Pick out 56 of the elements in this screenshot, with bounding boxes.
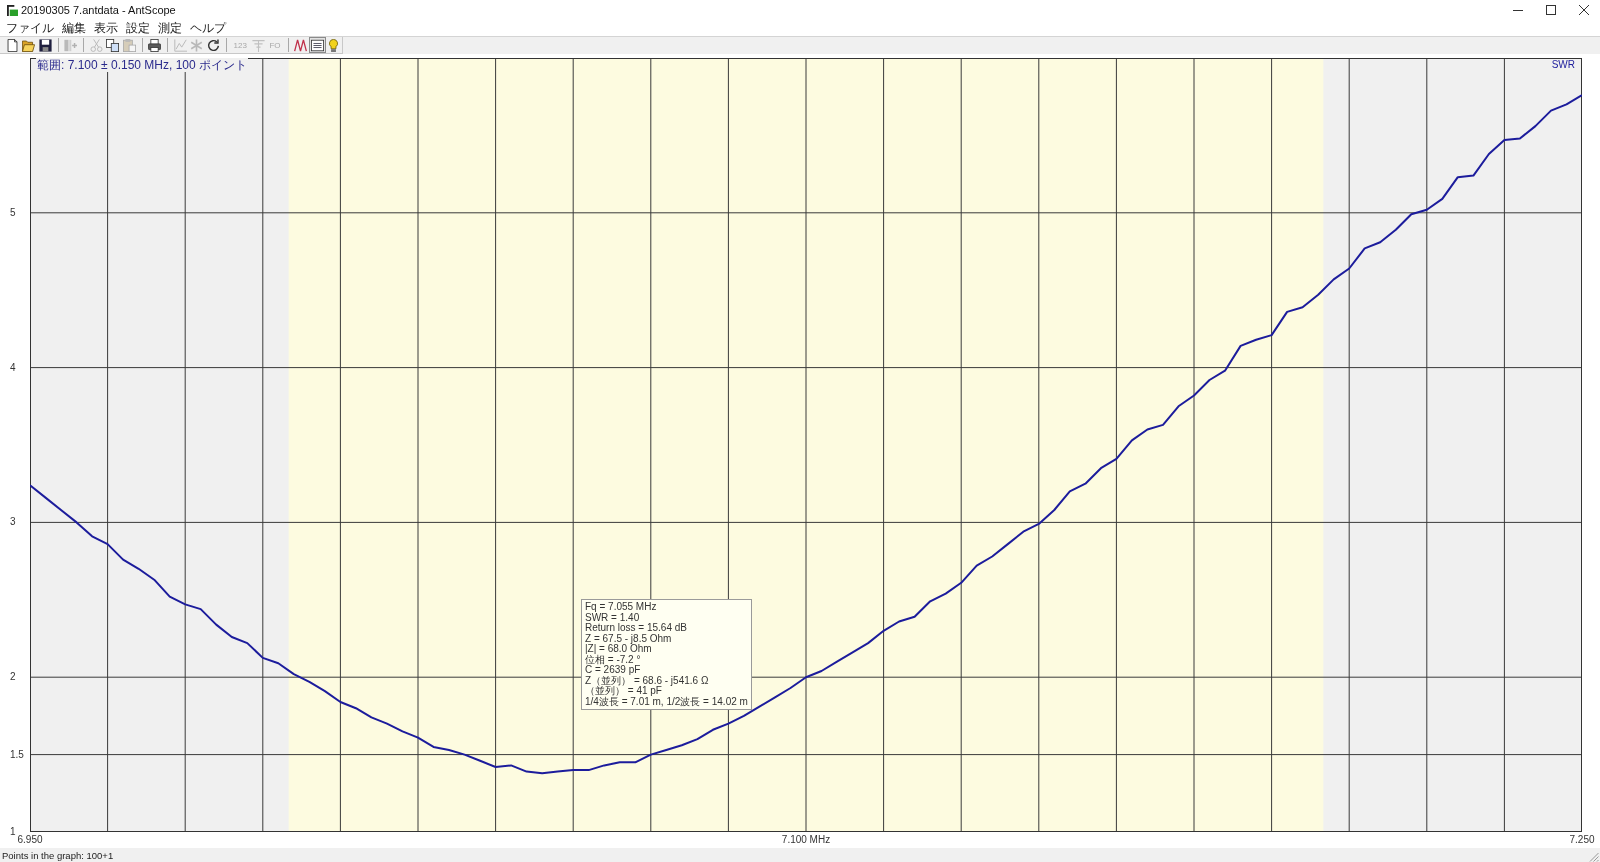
- menu-item[interactable]: 設定: [122, 20, 154, 36]
- list-button[interactable]: [309, 37, 326, 53]
- zigzag-icon: [294, 38, 308, 52]
- menu-item[interactable]: 測定: [154, 20, 186, 36]
- readout-line: Z（並列） = 68.6 - j541.6 Ω: [585, 675, 710, 686]
- clipboard-icon: [122, 38, 136, 52]
- y-axis-label: 4: [10, 361, 16, 374]
- close-icon: [1578, 5, 1589, 15]
- refresh-icon: [206, 38, 220, 52]
- readout-line: SWR = 1.40: [585, 612, 641, 623]
- x-axis-label: 6.950: [17, 834, 43, 846]
- y-axis-label: 1.5: [10, 748, 24, 761]
- folder-icon: [22, 38, 36, 52]
- x-axis-label: 7.100 MHz: [781, 834, 831, 846]
- asterisk-icon: [190, 38, 204, 52]
- copy-button[interactable]: [104, 37, 122, 53]
- menu-item[interactable]: ヘルプ: [186, 20, 230, 36]
- readout-line: Return loss = 15.64 dB: [585, 623, 688, 634]
- readout-line: C = 2639 pF: [585, 665, 642, 676]
- menu-item[interactable]: ファイル: [2, 20, 58, 36]
- readout-line: 位相 = -7.2 °: [585, 654, 642, 665]
- readout-line: 1/4波長 = 7.01 m, 1/2波長 = 14.02 m: [585, 696, 748, 707]
- menu-item[interactable]: 編集: [58, 20, 90, 36]
- resize-grip-icon: [1589, 851, 1599, 862]
- column-plus-icon: [64, 38, 78, 52]
- readout-line: Z = 67.5 - j8.5 Ohm: [585, 633, 673, 644]
- series-label: SWR: [1551, 59, 1575, 71]
- list-icon: [310, 38, 324, 52]
- y-axis-label: 3: [10, 516, 16, 529]
- y-axis-label: 5: [10, 206, 16, 219]
- zigzag-button[interactable]: [292, 37, 309, 53]
- printer-icon: [148, 38, 162, 52]
- readout-line: Fq = 7.055 MHz: [585, 602, 658, 613]
- scissors-icon: [89, 38, 103, 52]
- minimize-icon: [1512, 9, 1523, 11]
- new-file-button[interactable]: [4, 37, 21, 53]
- page-icon: [5, 38, 19, 52]
- menu-item[interactable]: 表示: [90, 20, 122, 36]
- copy-icon: [106, 38, 120, 52]
- status-text: Points in the graph: 100+1: [2, 849, 114, 861]
- lightbulb-icon: [327, 38, 341, 52]
- x-axis-label: 7.250: [1569, 834, 1595, 846]
- open-button[interactable]: [20, 37, 38, 53]
- maximize-icon: [1545, 5, 1556, 15]
- refresh-button[interactable]: [205, 37, 222, 53]
- y-axis-label: 2: [10, 671, 16, 684]
- readout-line: （並列） = 41 pF: [585, 686, 663, 697]
- antenna-icon: [251, 38, 265, 52]
- readout-line: |Z| = 68.0 Ohm: [585, 644, 653, 655]
- window-title: 20190305 7.antdata - AntScope: [21, 4, 176, 16]
- save-button[interactable]: [37, 37, 54, 53]
- app-icon: [7, 4, 18, 16]
- chart-icon: [173, 38, 187, 52]
- print-button[interactable]: [146, 37, 164, 53]
- chart-title: 範囲: 7.100 ± 0.150 MHz, 100 ポイント: [36, 58, 248, 72]
- y-axis-label: 1: [10, 826, 16, 838]
